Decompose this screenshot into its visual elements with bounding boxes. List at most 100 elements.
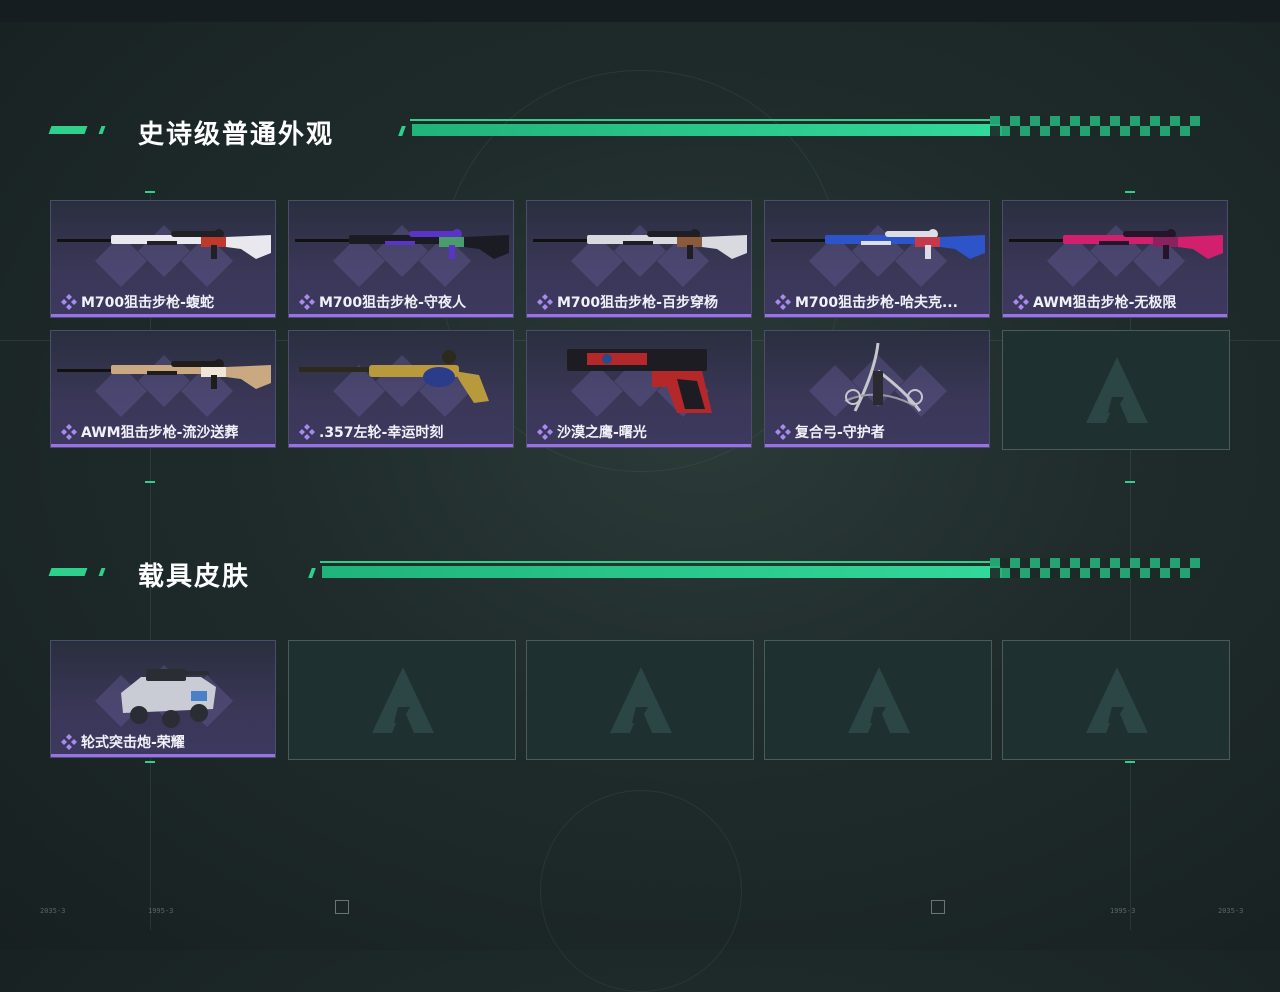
sniper-rifle-icon bbox=[533, 229, 747, 259]
card-label: 轮式突击炮-荣耀 bbox=[61, 733, 185, 751]
rarity-bar bbox=[51, 314, 275, 317]
sniper-rifle-icon bbox=[771, 229, 985, 259]
section-header-epic: 史诗级普通外观 bbox=[48, 116, 1200, 150]
header-accent-bar bbox=[48, 568, 88, 576]
skin-name: .357左轮-幸运时刻 bbox=[319, 425, 444, 441]
rarity-diamond-icon bbox=[775, 294, 791, 310]
rarity-diamond-icon bbox=[537, 294, 553, 310]
rarity-bar bbox=[1003, 314, 1227, 317]
revolver-icon bbox=[299, 350, 489, 403]
skin-card[interactable]: M700狙击步枪-蝮蛇 bbox=[50, 200, 276, 318]
rarity-diamond-icon bbox=[299, 294, 315, 310]
rarity-bar bbox=[51, 444, 275, 447]
rarity-bar bbox=[289, 314, 513, 317]
card-label: 复合弓-守护者 bbox=[775, 423, 885, 441]
header-thin-line bbox=[410, 119, 990, 121]
header-checker-pattern bbox=[990, 116, 1200, 136]
rarity-diamond-icon bbox=[61, 294, 77, 310]
skin-name: M700狙击步枪-哈夫克... bbox=[795, 295, 958, 311]
header-thin-line bbox=[320, 561, 990, 563]
rarity-bar bbox=[765, 314, 989, 317]
skin-card[interactable]: AWM狙击步枪-无极限 bbox=[1002, 200, 1228, 318]
empty-slot bbox=[764, 640, 992, 760]
hud-square-right bbox=[931, 900, 945, 914]
header-accent-bar bbox=[48, 126, 88, 134]
frame-tick bbox=[145, 481, 155, 483]
skin-name: 沙漠之鹰-曙光 bbox=[557, 425, 647, 441]
card-label: AWM狙击步枪-流沙送葬 bbox=[61, 423, 238, 441]
frame-tick bbox=[145, 191, 155, 193]
header-accent-tick bbox=[98, 568, 106, 576]
skin-card[interactable]: 沙漠之鹰-曙光 bbox=[526, 330, 752, 448]
hud-label: 1995-3 bbox=[148, 907, 174, 915]
skin-name: M700狙击步枪-百步穿杨 bbox=[557, 295, 718, 311]
rarity-diamond-icon bbox=[775, 424, 791, 440]
section-title: 载具皮肤 bbox=[138, 562, 251, 592]
card-label: .357左轮-幸运时刻 bbox=[299, 423, 443, 441]
skin-card[interactable]: .357左轮-幸运时刻 bbox=[288, 330, 514, 448]
hud-label: 2035-3 bbox=[40, 907, 66, 915]
card-label: M700狙击步枪-蝮蛇 bbox=[61, 293, 214, 311]
rarity-diamond-icon bbox=[61, 734, 77, 750]
skin-card[interactable]: M700狙击步枪-百步穿杨 bbox=[526, 200, 752, 318]
rarity-bar bbox=[51, 754, 275, 757]
header-checker-pattern bbox=[990, 558, 1200, 578]
rarity-bar bbox=[289, 444, 513, 447]
skin-card[interactable]: M700狙击步枪-哈夫克... bbox=[764, 200, 990, 318]
hud-label: 2035-3 bbox=[1218, 907, 1244, 915]
compound-bow-icon bbox=[844, 342, 923, 412]
empty-slot bbox=[1002, 330, 1230, 450]
placeholder-logo-icon bbox=[848, 667, 910, 737]
header-fill-bar bbox=[412, 124, 1002, 136]
skin-card[interactable]: 轮式突击炮-荣耀 bbox=[50, 640, 276, 758]
empty-slot bbox=[288, 640, 516, 760]
sniper-rifle-icon bbox=[57, 229, 271, 259]
placeholder-logo-icon bbox=[610, 667, 672, 737]
sniper-rifle-icon bbox=[57, 359, 271, 389]
section-title: 史诗级普通外观 bbox=[138, 120, 335, 150]
header-fill-bar bbox=[322, 566, 1002, 578]
skin-name: M700狙击步枪-守夜人 bbox=[319, 295, 466, 311]
card-label: AWM狙击步枪-无极限 bbox=[1013, 293, 1176, 311]
header-accent-tick bbox=[308, 568, 316, 578]
sniper-rifle-icon bbox=[295, 229, 509, 259]
frame-tick bbox=[145, 761, 155, 763]
rarity-diamond-icon bbox=[537, 424, 553, 440]
pistol-icon bbox=[567, 349, 712, 413]
hud-label: 1995-3 bbox=[1110, 907, 1136, 915]
rarity-diamond-icon bbox=[299, 424, 315, 440]
top-band bbox=[0, 0, 1280, 22]
rarity-bar bbox=[527, 444, 751, 447]
skin-name: AWM狙击步枪-流沙送葬 bbox=[81, 425, 239, 441]
hud-square-left bbox=[335, 900, 349, 914]
section-header-vehicle: 载具皮肤 bbox=[48, 558, 1200, 592]
card-label: M700狙击步枪-守夜人 bbox=[299, 293, 466, 311]
header-accent-tick bbox=[98, 126, 106, 134]
skin-name: M700狙击步枪-蝮蛇 bbox=[81, 295, 214, 311]
placeholder-logo-icon bbox=[1086, 667, 1148, 737]
skin-name: 轮式突击炮-荣耀 bbox=[81, 735, 185, 751]
skin-card[interactable]: M700狙击步枪-守夜人 bbox=[288, 200, 514, 318]
empty-slot bbox=[1002, 640, 1230, 760]
frame-tick bbox=[1125, 191, 1135, 193]
skin-name: 复合弓-守护者 bbox=[795, 425, 885, 441]
skin-card[interactable]: 复合弓-守护者 bbox=[764, 330, 990, 448]
frame-tick bbox=[1125, 481, 1135, 483]
rarity-diamond-icon bbox=[1013, 294, 1029, 310]
card-label: 沙漠之鹰-曙光 bbox=[537, 423, 647, 441]
rarity-bar bbox=[765, 444, 989, 447]
card-label: M700狙击步枪-哈夫克... bbox=[775, 293, 958, 311]
reticle-circle-lower bbox=[540, 790, 742, 992]
header-accent-tick bbox=[398, 126, 406, 136]
card-label: M700狙击步枪-百步穿杨 bbox=[537, 293, 718, 311]
sniper-rifle-icon bbox=[1009, 229, 1223, 259]
placeholder-logo-icon bbox=[372, 667, 434, 737]
rarity-diamond-icon bbox=[61, 424, 77, 440]
empty-slot bbox=[526, 640, 754, 760]
placeholder-logo-icon bbox=[1086, 357, 1148, 427]
skin-name: AWM狙击步枪-无极限 bbox=[1033, 295, 1177, 311]
frame-tick bbox=[1125, 761, 1135, 763]
skin-card[interactable]: AWM狙击步枪-流沙送葬 bbox=[50, 330, 276, 448]
rarity-bar bbox=[527, 314, 751, 317]
armored-vehicle-icon bbox=[121, 669, 216, 728]
